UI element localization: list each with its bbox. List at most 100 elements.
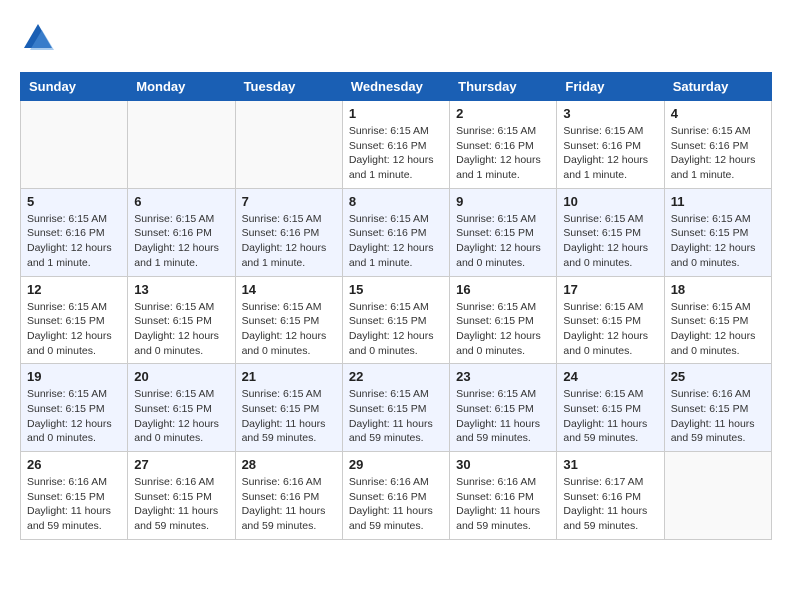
day-number: 9 <box>456 194 550 209</box>
day-info: Sunrise: 6:15 AMSunset: 6:15 PMDaylight:… <box>134 387 228 446</box>
day-number: 4 <box>671 106 765 121</box>
calendar-week-row: 12 Sunrise: 6:15 AMSunset: 6:15 PMDayligh… <box>21 276 772 364</box>
day-number: 18 <box>671 282 765 297</box>
calendar-cell <box>128 101 235 189</box>
day-info: Sunrise: 6:15 AMSunset: 6:15 PMDaylight:… <box>242 387 336 446</box>
day-info: Sunrise: 6:16 AMSunset: 6:16 PMDaylight:… <box>242 475 336 534</box>
day-header-sunday: Sunday <box>21 73 128 101</box>
calendar-cell: 10 Sunrise: 6:15 AMSunset: 6:15 PMDayligh… <box>557 188 664 276</box>
day-number: 21 <box>242 369 336 384</box>
calendar-cell: 7Sunrise: 6:15 AMSunset: 6:16 PMDaylight… <box>235 188 342 276</box>
calendar-cell: 28 Sunrise: 6:16 AMSunset: 6:16 PMDayligh… <box>235 452 342 540</box>
day-header-wednesday: Wednesday <box>342 73 449 101</box>
calendar-cell: 4 Sunrise: 6:15 AMSunset: 6:16 PMDaylight… <box>664 101 771 189</box>
day-number: 19 <box>27 369 121 384</box>
calendar-cell: 23 Sunrise: 6:15 AMSunset: 6:15 PMDayligh… <box>450 364 557 452</box>
calendar-cell: 12 Sunrise: 6:15 AMSunset: 6:15 PMDayligh… <box>21 276 128 364</box>
calendar-cell: 20 Sunrise: 6:15 AMSunset: 6:15 PMDayligh… <box>128 364 235 452</box>
day-number: 10 <box>563 194 657 209</box>
day-number: 27 <box>134 457 228 472</box>
calendar-cell: 18 Sunrise: 6:15 AMSunset: 6:15 PMDayligh… <box>664 276 771 364</box>
day-info: Sunrise: 6:15 AMSunset: 6:15 PMDaylight:… <box>456 300 550 359</box>
day-info: Sunrise: 6:15 AMSunset: 6:15 PMDaylight:… <box>563 387 657 446</box>
calendar-cell: 25Sunrise: 6:16 AMSunset: 6:15 PMDayligh… <box>664 364 771 452</box>
calendar-cell: 27 Sunrise: 6:16 AMSunset: 6:15 PMDayligh… <box>128 452 235 540</box>
calendar-week-row: 19 Sunrise: 6:15 AMSunset: 6:15 PMDayligh… <box>21 364 772 452</box>
day-info: Sunrise: 6:15 AMSunset: 6:15 PMDaylight:… <box>456 212 550 271</box>
calendar-week-row: 1 Sunrise: 6:15 AMSunset: 6:16 PMDaylight… <box>21 101 772 189</box>
calendar-cell: 1 Sunrise: 6:15 AMSunset: 6:16 PMDaylight… <box>342 101 449 189</box>
day-number: 1 <box>349 106 443 121</box>
day-number: 29 <box>349 457 443 472</box>
day-number: 30 <box>456 457 550 472</box>
day-number: 31 <box>563 457 657 472</box>
day-number: 3 <box>563 106 657 121</box>
day-info: Sunrise: 6:15 AMSunset: 6:15 PMDaylight:… <box>349 300 443 359</box>
day-header-saturday: Saturday <box>664 73 771 101</box>
day-info: Sunrise: 6:16 AMSunset: 6:16 PMDaylight:… <box>456 475 550 534</box>
page-header <box>20 20 772 56</box>
calendar-cell: 8 Sunrise: 6:15 AMSunset: 6:16 PMDaylight… <box>342 188 449 276</box>
calendar-cell: 30 Sunrise: 6:16 AMSunset: 6:16 PMDayligh… <box>450 452 557 540</box>
day-info: Sunrise: 6:15 AMSunset: 6:15 PMDaylight:… <box>134 300 228 359</box>
calendar-cell: 3 Sunrise: 6:15 AMSunset: 6:16 PMDaylight… <box>557 101 664 189</box>
calendar-cell: 17Sunrise: 6:15 AMSunset: 6:15 PMDayligh… <box>557 276 664 364</box>
calendar-cell: 21 Sunrise: 6:15 AMSunset: 6:15 PMDayligh… <box>235 364 342 452</box>
calendar-cell: 16 Sunrise: 6:15 AMSunset: 6:15 PMDayligh… <box>450 276 557 364</box>
day-info: Sunrise: 6:15 AMSunset: 6:16 PMDaylight:… <box>456 124 550 183</box>
day-info: Sunrise: 6:15 AMSunset: 6:16 PMDaylight:… <box>349 124 443 183</box>
calendar-cell <box>235 101 342 189</box>
calendar-cell: 31 Sunrise: 6:17 AMSunset: 6:16 PMDayligh… <box>557 452 664 540</box>
day-number: 12 <box>27 282 121 297</box>
day-number: 11 <box>671 194 765 209</box>
calendar-cell: 9 Sunrise: 6:15 AMSunset: 6:15 PMDaylight… <box>450 188 557 276</box>
calendar-week-row: 26 Sunrise: 6:16 AMSunset: 6:15 PMDayligh… <box>21 452 772 540</box>
calendar-cell <box>664 452 771 540</box>
day-number: 8 <box>349 194 443 209</box>
day-number: 22 <box>349 369 443 384</box>
day-number: 24 <box>563 369 657 384</box>
day-number: 16 <box>456 282 550 297</box>
day-number: 28 <box>242 457 336 472</box>
day-info: Sunrise: 6:15 AMSunset: 6:16 PMDaylight:… <box>27 212 121 271</box>
logo <box>20 20 60 56</box>
day-number: 14 <box>242 282 336 297</box>
day-number: 15 <box>349 282 443 297</box>
day-header-tuesday: Tuesday <box>235 73 342 101</box>
calendar-cell: 29 Sunrise: 6:16 AMSunset: 6:16 PMDayligh… <box>342 452 449 540</box>
day-number: 2 <box>456 106 550 121</box>
logo-icon <box>20 20 56 56</box>
calendar-table: SundayMondayTuesdayWednesdayThursdayFrid… <box>20 72 772 540</box>
day-info: Sunrise: 6:16 AMSunset: 6:16 PMDaylight:… <box>349 475 443 534</box>
day-info: Sunrise: 6:15 AMSunset: 6:15 PMDaylight:… <box>563 212 657 271</box>
day-number: 26 <box>27 457 121 472</box>
calendar-cell: 19 Sunrise: 6:15 AMSunset: 6:15 PMDayligh… <box>21 364 128 452</box>
calendar-cell: 6Sunrise: 6:15 AMSunset: 6:16 PMDaylight… <box>128 188 235 276</box>
day-number: 23 <box>456 369 550 384</box>
day-header-thursday: Thursday <box>450 73 557 101</box>
calendar-cell: 5 Sunrise: 6:15 AMSunset: 6:16 PMDaylight… <box>21 188 128 276</box>
day-info: Sunrise: 6:15 AMSunset: 6:16 PMDaylight:… <box>242 212 336 271</box>
day-info: Sunrise: 6:15 AMSunset: 6:16 PMDaylight:… <box>671 124 765 183</box>
day-info: Sunrise: 6:15 AMSunset: 6:15 PMDaylight:… <box>242 300 336 359</box>
day-number: 5 <box>27 194 121 209</box>
day-info: Sunrise: 6:17 AMSunset: 6:16 PMDaylight:… <box>563 475 657 534</box>
calendar-cell: 2 Sunrise: 6:15 AMSunset: 6:16 PMDaylight… <box>450 101 557 189</box>
calendar-cell <box>21 101 128 189</box>
calendar-cell: 14 Sunrise: 6:15 AMSunset: 6:15 PMDayligh… <box>235 276 342 364</box>
day-info: Sunrise: 6:16 AMSunset: 6:15 PMDaylight:… <box>134 475 228 534</box>
day-info: Sunrise: 6:15 AMSunset: 6:16 PMDaylight:… <box>349 212 443 271</box>
day-header-friday: Friday <box>557 73 664 101</box>
calendar-cell: 26Sunrise: 6:16 AMSunset: 6:15 PMDayligh… <box>21 452 128 540</box>
day-info: Sunrise: 6:15 AMSunset: 6:15 PMDaylight:… <box>349 387 443 446</box>
day-info: Sunrise: 6:15 AMSunset: 6:15 PMDaylight:… <box>27 300 121 359</box>
calendar-cell: 15 Sunrise: 6:15 AMSunset: 6:15 PMDayligh… <box>342 276 449 364</box>
day-info: Sunrise: 6:15 AMSunset: 6:15 PMDaylight:… <box>563 300 657 359</box>
day-info: Sunrise: 6:15 AMSunset: 6:15 PMDaylight:… <box>456 387 550 446</box>
day-number: 20 <box>134 369 228 384</box>
day-info: Sunrise: 6:16 AMSunset: 6:15 PMDaylight:… <box>671 387 765 446</box>
day-info: Sunrise: 6:15 AMSunset: 6:15 PMDaylight:… <box>671 300 765 359</box>
day-info: Sunrise: 6:15 AMSunset: 6:16 PMDaylight:… <box>563 124 657 183</box>
day-number: 6 <box>134 194 228 209</box>
day-info: Sunrise: 6:15 AMSunset: 6:15 PMDaylight:… <box>27 387 121 446</box>
